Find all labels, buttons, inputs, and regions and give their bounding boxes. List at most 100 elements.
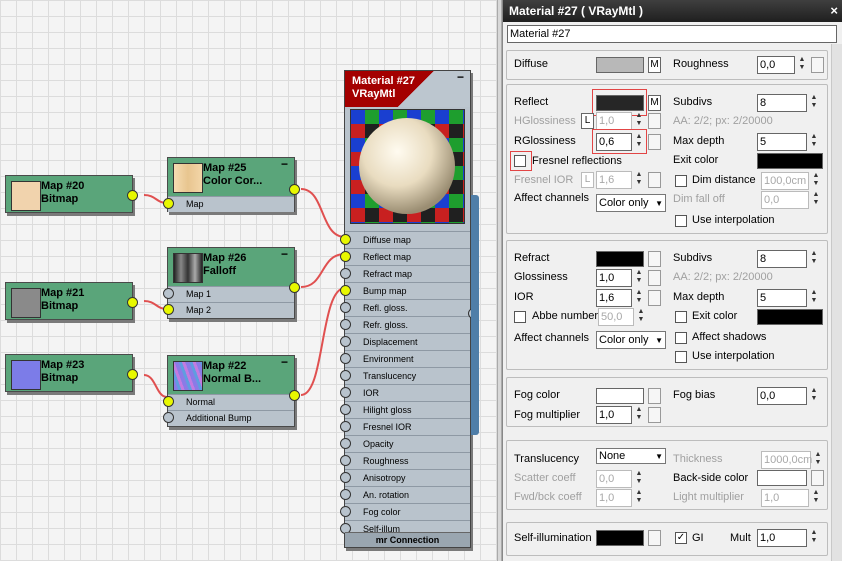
material-slot-input-pin[interactable] — [340, 455, 351, 466]
spinner-arrows-icon[interactable]: ▲ ▼ — [812, 451, 824, 469]
material-slot[interactable]: Displacement — [340, 333, 470, 350]
fresnel-ior-lock-button[interactable]: L — [581, 172, 594, 188]
map26-slot-map1[interactable]: Map 1 — [168, 286, 294, 302]
material-slot[interactable]: Opacity — [340, 435, 470, 452]
spinner-arrows-icon[interactable]: ▲ ▼ — [808, 289, 820, 307]
ior-map-button[interactable] — [648, 290, 661, 306]
diffuse-map-button[interactable]: M — [648, 57, 661, 73]
material-slot-input-pin[interactable] — [340, 370, 351, 381]
material-slot-input-pin[interactable] — [340, 268, 351, 279]
node-map21[interactable]: Map #21 Bitmap — [5, 282, 138, 320]
self-illumination-color-swatch[interactable] — [596, 530, 644, 546]
refract-exit-color-checkbox[interactable] — [675, 311, 687, 323]
spinner-arrows-icon[interactable]: ▲ ▼ — [810, 172, 822, 190]
fresnel-ior-spinner[interactable]: 1,6 — [596, 171, 632, 189]
fog-color-swatch[interactable] — [596, 388, 644, 404]
material-slot[interactable]: IOR — [340, 384, 470, 401]
material-slot[interactable]: Bump map — [340, 282, 470, 299]
abbe-number-spinner[interactable]: 50,0 — [598, 308, 634, 326]
spinner-arrows-icon[interactable]: ▲ ▼ — [796, 56, 808, 74]
reflect-exit-color-swatch[interactable] — [757, 153, 823, 169]
back-side-color-swatch[interactable] — [757, 470, 807, 486]
material-slot[interactable]: Anisotropy — [340, 469, 470, 486]
dim-distance-checkbox[interactable] — [675, 175, 687, 187]
spinner-arrows-icon[interactable]: ▲ ▼ — [635, 308, 647, 326]
spinner-arrows-icon[interactable]: ▲ ▼ — [633, 489, 645, 507]
spinner-arrows-icon[interactable]: ▲ ▼ — [633, 406, 645, 424]
spinner-arrows-icon[interactable]: ▲ ▼ — [808, 133, 820, 151]
abbe-number-checkbox[interactable] — [514, 311, 526, 323]
map23-output-pin[interactable] — [127, 369, 138, 380]
material-slot-input-pin[interactable] — [340, 336, 351, 347]
material-slot[interactable]: Roughness — [340, 452, 470, 469]
node-map23[interactable]: Map #23 Bitmap — [5, 354, 138, 392]
ior-spinner[interactable]: 1,6 — [596, 289, 632, 307]
spinner-arrows-icon[interactable]: ▲ ▼ — [810, 489, 822, 507]
minimize-icon[interactable]: − — [281, 355, 288, 369]
material-name-field[interactable]: Material #27 — [507, 25, 837, 43]
reflect-max-depth-spinner[interactable]: 5 — [757, 133, 807, 151]
glossiness-spinner[interactable]: 1,0 — [596, 269, 632, 287]
material-slot-input-pin[interactable] — [340, 472, 351, 483]
spinner-arrows-icon[interactable]: ▲ ▼ — [808, 250, 820, 268]
minimize-icon[interactable]: − — [281, 157, 288, 171]
refract-exit-color-swatch[interactable] — [757, 309, 823, 325]
refract-subdivs-spinner[interactable]: 8 — [757, 250, 807, 268]
map22-slot-additional-bump[interactable]: Additional Bump — [168, 410, 294, 426]
map22-output-pin[interactable] — [289, 390, 300, 401]
refract-affect-channels-dropdown[interactable]: Color only ▼ — [596, 331, 666, 349]
mr-connection-bar[interactable]: mr Connection — [345, 532, 470, 547]
material-slot[interactable]: Refract map — [340, 265, 470, 282]
reflect-map-button[interactable]: M — [648, 95, 661, 111]
node-map26[interactable]: Map #26 Falloff − Map 1 Map 2 — [163, 247, 300, 319]
map21-output-pin[interactable] — [127, 297, 138, 308]
map25-slot-map[interactable]: Map — [168, 196, 294, 212]
spinner-arrows-icon[interactable]: ▲ ▼ — [633, 112, 645, 130]
material-slot[interactable]: Translucency — [340, 367, 470, 384]
spinner-arrows-icon[interactable]: ▲ ▼ — [808, 94, 820, 112]
map26-slot-map2[interactable]: Map 2 — [168, 302, 294, 318]
material-slot-input-pin[interactable] — [340, 319, 351, 330]
spinner-arrows-icon[interactable]: ▲ ▼ — [808, 387, 820, 405]
material-slot-input-pin[interactable] — [340, 234, 351, 245]
refract-use-interpolation-checkbox[interactable] — [675, 351, 687, 363]
map25-input-pin[interactable] — [163, 198, 174, 209]
refract-max-depth-spinner[interactable]: 5 — [757, 289, 807, 307]
reflect-subdivs-spinner[interactable]: 8 — [757, 94, 807, 112]
material-slot-input-pin[interactable] — [340, 251, 351, 262]
material-slot[interactable]: Fog color — [340, 503, 470, 520]
hglossiness-spinner[interactable]: 1,0 — [596, 112, 632, 130]
gi-checkbox[interactable]: ✓ — [675, 532, 687, 544]
node-map25[interactable]: Map #25 Color Cor... − Map — [163, 157, 300, 212]
mult-spinner[interactable]: 1,0 — [757, 529, 807, 547]
material-slot[interactable]: Hilight gloss — [340, 401, 470, 418]
scatter-coeff-spinner[interactable]: 0,0 — [596, 470, 632, 488]
map26-input-pin-2[interactable] — [163, 304, 174, 315]
roughness-map-button[interactable] — [811, 57, 824, 73]
node-material27[interactable]: Material #27 VRayMtl − Diffuse map Reflect… — [340, 70, 479, 548]
hglossiness-lock-button[interactable]: L — [581, 113, 594, 129]
spinner-arrows-icon[interactable]: ▲ ▼ — [633, 470, 645, 488]
material-slot[interactable]: Reflect map — [340, 248, 470, 265]
fog-multiplier-spinner[interactable]: 1,0 — [596, 406, 632, 424]
rglossiness-map-button[interactable] — [648, 134, 661, 150]
back-side-color-map-button[interactable] — [811, 470, 824, 486]
reflect-affect-channels-dropdown[interactable]: Color only ▼ — [596, 194, 666, 212]
spinner-arrows-icon[interactable]: ▲ ▼ — [808, 529, 820, 547]
material-slot-input-pin[interactable] — [340, 489, 351, 500]
fog-color-map-button[interactable] — [648, 388, 661, 404]
minimize-icon[interactable]: − — [457, 70, 464, 84]
material-slot[interactable]: Diffuse map — [340, 231, 470, 248]
material-slot[interactable]: Refl. gloss. — [340, 299, 470, 316]
affect-shadows-checkbox[interactable] — [675, 332, 687, 344]
spinner-arrows-icon[interactable]: ▲ ▼ — [810, 191, 822, 209]
spinner-arrows-icon[interactable]: ▲ ▼ — [633, 269, 645, 287]
material-slot[interactable]: Fresnel IOR — [340, 418, 470, 435]
material-slot-input-pin[interactable] — [340, 438, 351, 449]
spinner-arrows-icon[interactable]: ▲ ▼ — [633, 289, 645, 307]
map22-input-pin-1[interactable] — [163, 396, 174, 407]
material-slot-input-pin[interactable] — [340, 285, 351, 296]
slate-node-view[interactable]: Map #20 Bitmap Map #21 Bitmap Map #23 Bitma… — [0, 0, 500, 561]
map26-output-pin[interactable] — [289, 282, 300, 293]
roughness-spinner[interactable]: 0,0 — [757, 56, 795, 74]
